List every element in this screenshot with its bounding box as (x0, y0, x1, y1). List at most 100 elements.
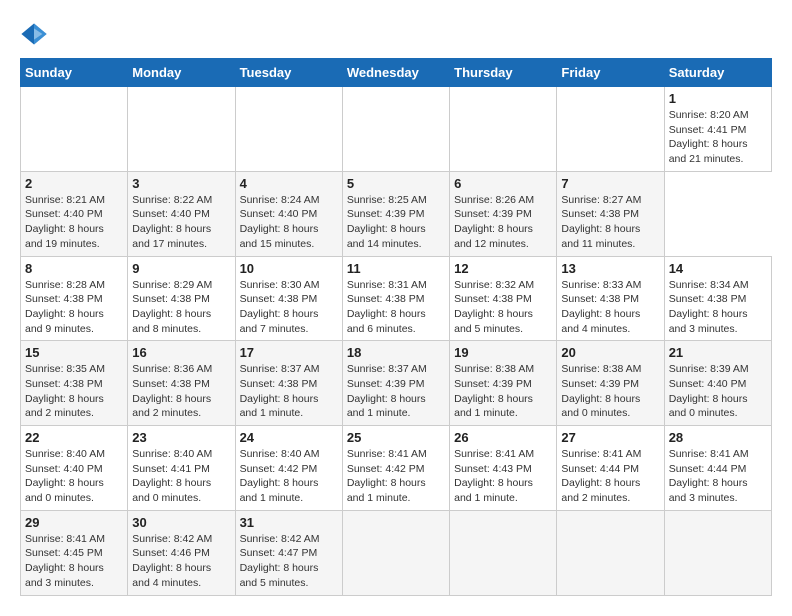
day-info: Sunrise: 8:33 AM Sunset: 4:38 PM Dayligh… (561, 278, 659, 337)
daylight: Daylight: 8 hours and 1 minute. (240, 477, 319, 504)
day-info: Sunrise: 8:40 AM Sunset: 4:40 PM Dayligh… (25, 447, 123, 506)
day-info: Sunrise: 8:29 AM Sunset: 4:38 PM Dayligh… (132, 278, 230, 337)
day-info: Sunrise: 8:34 AM Sunset: 4:38 PM Dayligh… (669, 278, 767, 337)
logo-icon (20, 20, 48, 48)
sunrise: Sunrise: 8:39 AM (669, 363, 749, 375)
daylight: Daylight: 8 hours and 21 minutes. (669, 138, 748, 165)
calendar-day-cell: 7 Sunrise: 8:27 AM Sunset: 4:38 PM Dayli… (557, 171, 664, 256)
sunset: Sunset: 4:38 PM (25, 378, 103, 390)
sunrise: Sunrise: 8:27 AM (561, 194, 641, 206)
sunrise: Sunrise: 8:21 AM (25, 194, 105, 206)
sunrise: Sunrise: 8:38 AM (454, 363, 534, 375)
day-info: Sunrise: 8:41 AM Sunset: 4:43 PM Dayligh… (454, 447, 552, 506)
sunset: Sunset: 4:45 PM (25, 547, 103, 559)
weekday-header: Sunday (21, 59, 128, 87)
day-info: Sunrise: 8:36 AM Sunset: 4:38 PM Dayligh… (132, 362, 230, 421)
calendar-day-cell: 22 Sunrise: 8:40 AM Sunset: 4:40 PM Dayl… (21, 426, 128, 511)
day-info: Sunrise: 8:31 AM Sunset: 4:38 PM Dayligh… (347, 278, 445, 337)
day-number: 8 (25, 261, 123, 276)
calendar-day-cell (342, 510, 449, 595)
sunset: Sunset: 4:46 PM (132, 547, 210, 559)
sunrise: Sunrise: 8:22 AM (132, 194, 212, 206)
day-info: Sunrise: 8:38 AM Sunset: 4:39 PM Dayligh… (454, 362, 552, 421)
sunrise: Sunrise: 8:42 AM (132, 533, 212, 545)
daylight: Daylight: 8 hours and 3 minutes. (669, 477, 748, 504)
daylight: Daylight: 8 hours and 2 minutes. (25, 393, 104, 420)
sunset: Sunset: 4:38 PM (132, 378, 210, 390)
sunset: Sunset: 4:40 PM (240, 208, 318, 220)
calendar-day-cell: 27 Sunrise: 8:41 AM Sunset: 4:44 PM Dayl… (557, 426, 664, 511)
calendar-day-cell: 11 Sunrise: 8:31 AM Sunset: 4:38 PM Dayl… (342, 256, 449, 341)
calendar-week-row: 29 Sunrise: 8:41 AM Sunset: 4:45 PM Dayl… (21, 510, 772, 595)
calendar-day-cell: 15 Sunrise: 8:35 AM Sunset: 4:38 PM Dayl… (21, 341, 128, 426)
day-info: Sunrise: 8:41 AM Sunset: 4:45 PM Dayligh… (25, 532, 123, 591)
daylight: Daylight: 8 hours and 1 minute. (347, 477, 426, 504)
calendar-day-cell: 13 Sunrise: 8:33 AM Sunset: 4:38 PM Dayl… (557, 256, 664, 341)
sunrise: Sunrise: 8:34 AM (669, 279, 749, 291)
calendar-day-cell: 2 Sunrise: 8:21 AM Sunset: 4:40 PM Dayli… (21, 171, 128, 256)
day-info: Sunrise: 8:42 AM Sunset: 4:47 PM Dayligh… (240, 532, 338, 591)
calendar-day-cell: 12 Sunrise: 8:32 AM Sunset: 4:38 PM Dayl… (450, 256, 557, 341)
calendar-day-cell: 17 Sunrise: 8:37 AM Sunset: 4:38 PM Dayl… (235, 341, 342, 426)
sunrise: Sunrise: 8:29 AM (132, 279, 212, 291)
sunset: Sunset: 4:43 PM (454, 463, 532, 475)
calendar-day-cell: 18 Sunrise: 8:37 AM Sunset: 4:39 PM Dayl… (342, 341, 449, 426)
sunrise: Sunrise: 8:41 AM (454, 448, 534, 460)
daylight: Daylight: 8 hours and 1 minute. (347, 393, 426, 420)
calendar-day-cell: 5 Sunrise: 8:25 AM Sunset: 4:39 PM Dayli… (342, 171, 449, 256)
sunrise: Sunrise: 8:25 AM (347, 194, 427, 206)
day-info: Sunrise: 8:41 AM Sunset: 4:44 PM Dayligh… (669, 447, 767, 506)
day-number: 12 (454, 261, 552, 276)
calendar-day-cell (21, 87, 128, 172)
day-number: 13 (561, 261, 659, 276)
sunset: Sunset: 4:38 PM (25, 293, 103, 305)
sunset: Sunset: 4:40 PM (25, 208, 103, 220)
weekday-header: Friday (557, 59, 664, 87)
sunrise: Sunrise: 8:42 AM (240, 533, 320, 545)
daylight: Daylight: 8 hours and 19 minutes. (25, 223, 104, 250)
sunrise: Sunrise: 8:40 AM (132, 448, 212, 460)
daylight: Daylight: 8 hours and 12 minutes. (454, 223, 533, 250)
day-info: Sunrise: 8:25 AM Sunset: 4:39 PM Dayligh… (347, 193, 445, 252)
calendar-day-cell: 23 Sunrise: 8:40 AM Sunset: 4:41 PM Dayl… (128, 426, 235, 511)
calendar-day-cell (450, 510, 557, 595)
daylight: Daylight: 8 hours and 0 minutes. (561, 393, 640, 420)
daylight: Daylight: 8 hours and 14 minutes. (347, 223, 426, 250)
day-info: Sunrise: 8:27 AM Sunset: 4:38 PM Dayligh… (561, 193, 659, 252)
calendar-day-cell (235, 87, 342, 172)
calendar-day-cell (342, 87, 449, 172)
day-info: Sunrise: 8:21 AM Sunset: 4:40 PM Dayligh… (25, 193, 123, 252)
sunrise: Sunrise: 8:20 AM (669, 109, 749, 121)
sunrise: Sunrise: 8:24 AM (240, 194, 320, 206)
day-number: 19 (454, 345, 552, 360)
calendar-day-cell: 3 Sunrise: 8:22 AM Sunset: 4:40 PM Dayli… (128, 171, 235, 256)
day-number: 1 (669, 91, 767, 106)
calendar-day-cell: 19 Sunrise: 8:38 AM Sunset: 4:39 PM Dayl… (450, 341, 557, 426)
daylight: Daylight: 8 hours and 3 minutes. (669, 308, 748, 335)
logo (20, 20, 52, 48)
daylight: Daylight: 8 hours and 17 minutes. (132, 223, 211, 250)
calendar-day-cell (557, 510, 664, 595)
daylight: Daylight: 8 hours and 3 minutes. (25, 562, 104, 589)
day-number: 17 (240, 345, 338, 360)
sunset: Sunset: 4:38 PM (240, 378, 318, 390)
sunrise: Sunrise: 8:41 AM (561, 448, 641, 460)
day-number: 7 (561, 176, 659, 191)
calendar-day-cell: 26 Sunrise: 8:41 AM Sunset: 4:43 PM Dayl… (450, 426, 557, 511)
weekday-header: Monday (128, 59, 235, 87)
day-info: Sunrise: 8:22 AM Sunset: 4:40 PM Dayligh… (132, 193, 230, 252)
sunset: Sunset: 4:41 PM (132, 463, 210, 475)
sunset: Sunset: 4:40 PM (132, 208, 210, 220)
day-number: 21 (669, 345, 767, 360)
weekday-header: Wednesday (342, 59, 449, 87)
day-info: Sunrise: 8:20 AM Sunset: 4:41 PM Dayligh… (669, 108, 767, 167)
day-info: Sunrise: 8:37 AM Sunset: 4:38 PM Dayligh… (240, 362, 338, 421)
day-info: Sunrise: 8:32 AM Sunset: 4:38 PM Dayligh… (454, 278, 552, 337)
sunset: Sunset: 4:39 PM (454, 208, 532, 220)
calendar-day-cell: 29 Sunrise: 8:41 AM Sunset: 4:45 PM Dayl… (21, 510, 128, 595)
sunset: Sunset: 4:40 PM (25, 463, 103, 475)
day-number: 4 (240, 176, 338, 191)
day-info: Sunrise: 8:28 AM Sunset: 4:38 PM Dayligh… (25, 278, 123, 337)
sunrise: Sunrise: 8:30 AM (240, 279, 320, 291)
daylight: Daylight: 8 hours and 15 minutes. (240, 223, 319, 250)
